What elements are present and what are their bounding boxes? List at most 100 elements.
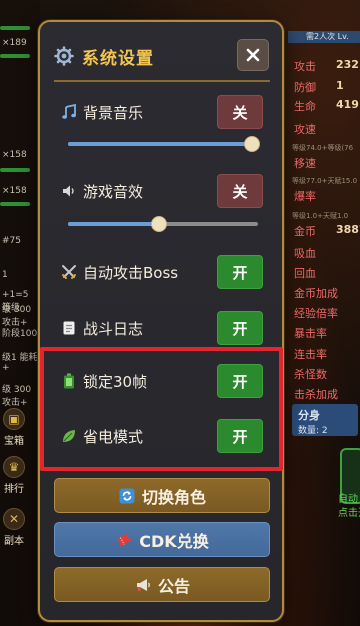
stat-row: 金币加成 <box>288 283 360 303</box>
left-info-line: 级 300 攻击+ <box>2 305 32 328</box>
chest-icon: ▣ <box>3 408 25 430</box>
stat-name: 经验倍率 <box>294 307 338 320</box>
setting-row-sfx: 游戏音效 关 <box>60 174 264 208</box>
setting-label-auto-boss: 自动攻击Boss <box>83 263 179 282</box>
close-icon <box>246 48 260 62</box>
left-info-line: #75 <box>2 236 21 246</box>
stat-name: 回血 <box>294 267 316 280</box>
slider-handle[interactable] <box>244 136 261 152</box>
hp-bar <box>0 54 30 58</box>
refresh-icon <box>118 487 136 505</box>
stat-row: 防御 1 <box>288 77 360 97</box>
stat-name: 攻击 <box>294 60 316 73</box>
stat-value: 1 <box>336 79 344 92</box>
stat-row: 攻击 232 <box>288 56 360 76</box>
auto-sub-label: 点击开 <box>338 508 360 519</box>
left-hp-count: ×158 <box>2 150 27 160</box>
left-hp-count: ×189 <box>2 38 27 48</box>
clone-title: 分身 <box>298 409 320 422</box>
hp-bar <box>0 168 30 172</box>
highlight-box <box>40 347 283 471</box>
slider-fill <box>68 142 253 146</box>
rank-button[interactable]: ♛ 排行 <box>0 456 28 495</box>
auto-label: 自动 <box>338 494 358 505</box>
dungeon-button[interactable]: ✕ 副本 <box>0 508 28 547</box>
left-info-line: 阶段100 <box>2 329 38 339</box>
music-volume-slider[interactable] <box>68 136 261 152</box>
stat-value: 232 <box>336 58 359 71</box>
setting-label-sfx: 游戏音效 <box>83 182 144 201</box>
stat-row: 吸血 <box>288 243 360 263</box>
sfx-toggle[interactable]: 关 <box>217 174 263 208</box>
stat-name: 杀怪数 <box>294 368 327 381</box>
stat-row: 回血 <box>288 263 360 283</box>
gear-icon <box>54 46 74 66</box>
clone-count: 数量: 2 <box>298 426 328 436</box>
ticket-icon <box>115 531 133 549</box>
setting-row-auto-boss: 自动攻击Boss 开 <box>60 255 264 289</box>
notice-button[interactable]: 公告 <box>54 567 270 602</box>
stat-subtext-label: 等级1.0+天赋1.0 <box>292 212 349 220</box>
stat-name: 防御 <box>294 81 316 94</box>
hp-bar <box>0 202 30 206</box>
stat-row: 经验倍率 <box>288 303 360 323</box>
stat-name: 金币加成 <box>294 287 338 300</box>
battle-log-toggle[interactable]: 开 <box>217 311 263 345</box>
crossed-swords-icon <box>60 263 78 281</box>
stat-subtext: 等级74.0+等级(76 <box>288 143 360 153</box>
left-info-line: 级1 能耗+ <box>2 353 38 373</box>
setting-row-battle-log: 战斗日志 开 <box>60 311 264 345</box>
setting-row-music: 背景音乐 关 <box>60 95 264 129</box>
stat-subtext: 等级1.0+天赋1.0 <box>288 211 360 221</box>
cdk-redeem-button[interactable]: CDK兑换 <box>54 522 270 557</box>
switch-role-button[interactable]: 切换角色 <box>54 478 270 513</box>
header-divider <box>54 80 270 82</box>
rank-label: 排行 <box>4 484 24 495</box>
sfx-volume-slider[interactable] <box>68 216 258 232</box>
stat-name: 暴击率 <box>294 327 327 340</box>
trophy-icon: ♛ <box>3 456 25 478</box>
close-button[interactable] <box>237 39 269 71</box>
settings-dialog: 系统设置 背景音乐 关 游戏音效 关 自动攻击Boss 开 战斗日志 开 锁定3… <box>38 20 284 622</box>
stat-name: 金币 <box>294 225 316 238</box>
music-toggle[interactable]: 关 <box>217 95 263 129</box>
left-hp-count: ×158 <box>2 186 27 196</box>
swords-icon: ✕ <box>3 508 25 530</box>
stat-row: 金币 3887 <box>288 221 360 241</box>
stat-row: 攻速 <box>288 119 360 139</box>
stats-top-bar: 需2人次 Lv. <box>288 31 360 43</box>
stat-subtext-label: 等级74.0+等级(76 <box>292 144 354 152</box>
stats-panel: 需2人次 Lv. 攻击232防御1生命419攻速移速爆率金币3887吸血回血金币… <box>288 0 360 626</box>
switch-role-label: 切换角色 <box>141 487 206 507</box>
dialog-header: 系统设置 <box>54 44 154 69</box>
stat-row: 杀怪数 <box>288 364 360 384</box>
stat-name: 吸血 <box>294 247 316 260</box>
stat-row: 移速 <box>288 153 360 173</box>
dungeon-label: 副本 <box>4 536 24 547</box>
stat-row: 击杀加成 <box>288 384 360 404</box>
stat-name: 攻速 <box>294 123 316 136</box>
chest-button[interactable]: ▣ 宝箱 <box>0 408 28 447</box>
megaphone-icon <box>134 576 152 594</box>
setting-label-music: 背景音乐 <box>83 103 144 122</box>
slider-fill <box>68 222 160 226</box>
auto-boss-toggle[interactable]: 开 <box>217 255 263 289</box>
speaker-icon <box>60 182 78 200</box>
stat-name: 爆率 <box>294 190 316 203</box>
stat-value: 3887 <box>336 223 360 236</box>
chest-label: 宝箱 <box>4 436 24 447</box>
stat-row: 爆率 <box>288 186 360 206</box>
stat-name: 移速 <box>294 157 316 170</box>
stat-value: 419 <box>336 98 359 111</box>
setting-label-battle-log: 战斗日志 <box>83 319 144 338</box>
stat-row: 暴击率 <box>288 323 360 343</box>
stat-name: 生命 <box>294 100 316 113</box>
hp-bar <box>0 26 30 30</box>
clone-panel[interactable]: 分身 数量: 2 <box>292 404 358 436</box>
dialog-title: 系统设置 <box>82 48 154 69</box>
document-icon <box>60 319 78 337</box>
slider-handle[interactable] <box>151 216 168 232</box>
left-info-line: 1 <box>2 270 8 280</box>
stat-name: 击杀加成 <box>294 388 338 401</box>
stat-row: 连击率 <box>288 344 360 364</box>
